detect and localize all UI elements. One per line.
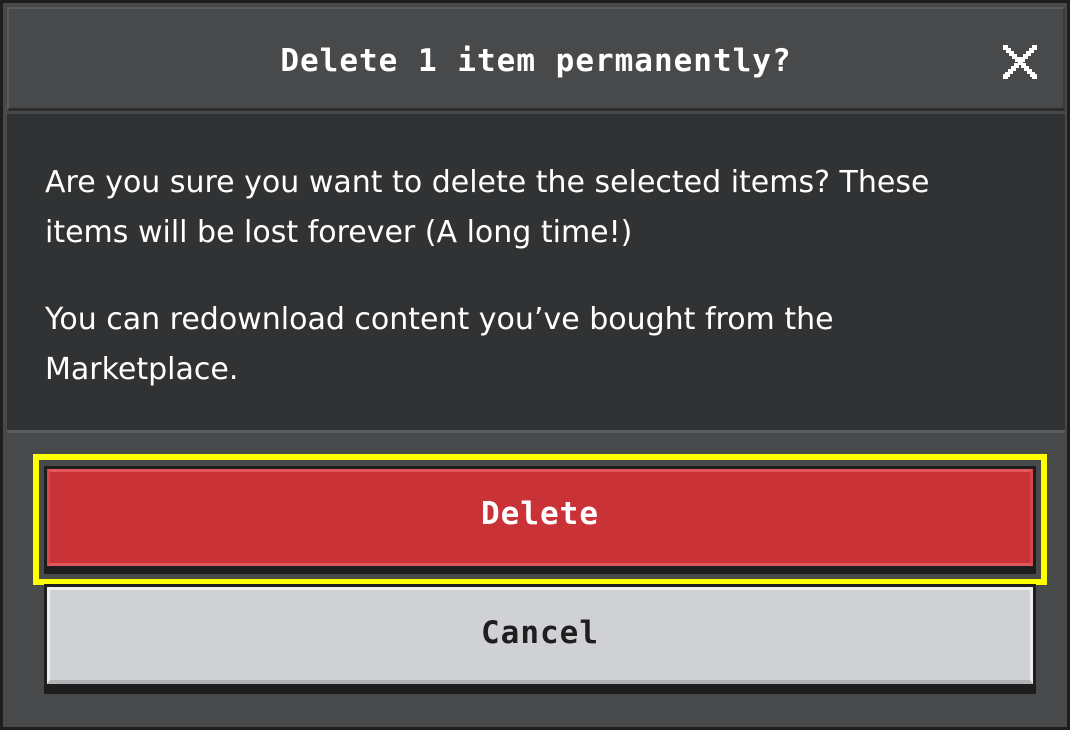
dialog-message-primary: Are you sure you want to delete the sele… — [45, 165, 930, 250]
dialog-footer: Delete Cancel — [7, 430, 1065, 722]
cancel-button[interactable]: Cancel — [44, 584, 1036, 694]
cancel-button-label: Cancel — [47, 587, 1033, 684]
delete-button-label: Delete — [47, 469, 1033, 566]
dialog-body: Are you sure you want to delete the sele… — [7, 114, 1065, 430]
close-button[interactable] — [997, 39, 1043, 85]
delete-confirm-dialog: Delete 1 item permanently? Are you sure … — [0, 0, 1070, 730]
dialog-title-bar: Delete 1 item permanently? — [7, 7, 1065, 111]
dialog-message-secondary: You can redownload content you’ve bought… — [45, 302, 834, 387]
dialog-title: Delete 1 item permanently? — [280, 43, 792, 79]
close-icon — [1003, 45, 1037, 79]
delete-button[interactable]: Delete — [44, 466, 1036, 574]
